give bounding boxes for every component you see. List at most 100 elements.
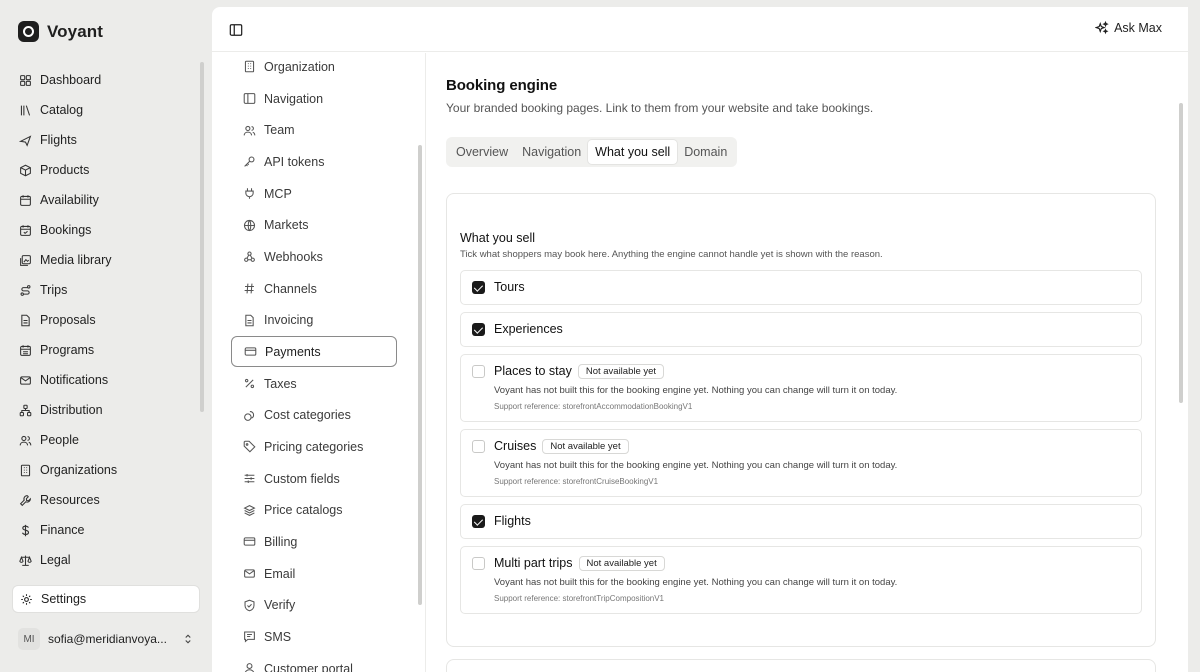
- sidebar-item-label: Settings: [41, 592, 87, 606]
- settings-item-label: Cost categories: [264, 408, 351, 422]
- sidebar-item-label: Proposals: [40, 313, 96, 327]
- tab-domain[interactable]: Domain: [677, 140, 734, 164]
- settings-item-customer-portal[interactable]: Customer portal: [231, 653, 397, 672]
- mail-icon: [20, 375, 31, 385]
- tab-navigation[interactable]: Navigation: [515, 140, 588, 164]
- product-type-header: Places to stay Not available yet: [494, 364, 665, 379]
- settings-item-pricing-categories[interactable]: Pricing categories: [231, 431, 397, 462]
- app-sidebar: Voyant Dashboard Catalog Flights Product…: [0, 0, 212, 672]
- sidebar-icon: [243, 93, 256, 104]
- tours-checkbox[interactable]: [472, 281, 485, 294]
- settings-item-taxes[interactable]: Taxes: [231, 368, 397, 399]
- sidebar-item-settings[interactable]: Settings: [12, 585, 200, 613]
- ask-max-button[interactable]: Ask Max: [1095, 21, 1162, 35]
- content-scrollbar[interactable]: [1179, 103, 1183, 403]
- settings-item-label: MCP: [264, 186, 292, 201]
- sidebar-item-label: People: [40, 433, 79, 447]
- sidebar-item-catalog[interactable]: Catalog: [12, 95, 200, 125]
- product-type-name: Multi part trips: [494, 556, 573, 570]
- product-type-name: Tours: [494, 280, 525, 294]
- sidebar-item-proposals[interactable]: Proposals: [12, 305, 200, 335]
- brand[interactable]: Voyant: [18, 21, 103, 42]
- sidebar-item-programs[interactable]: Programs: [12, 335, 200, 365]
- settings-item-label: Payments: [265, 344, 321, 359]
- tab-what-you-sell[interactable]: What you sell: [588, 140, 678, 164]
- product-type-row-cruises: Cruises Not available yet Voyant has not …: [460, 429, 1142, 497]
- sidebar-scrollbar[interactable]: [200, 62, 204, 412]
- product-type-description: Voyant has not built this for the bookin…: [494, 460, 898, 471]
- product-type-row-experiences[interactable]: Experiences: [460, 312, 1142, 347]
- settings-item-markets[interactable]: Markets: [231, 210, 397, 241]
- sidebar-item-bookings[interactable]: Bookings: [12, 215, 200, 245]
- settings-item-mcp[interactable]: MCP: [231, 178, 397, 209]
- sidebar-item-trips[interactable]: Trips: [12, 275, 200, 305]
- product-type-name: Experiences: [494, 322, 563, 336]
- settings-item-webhooks[interactable]: Webhooks: [231, 241, 397, 272]
- what-you-sell-card: What you sell Tick what shoppers may boo…: [446, 193, 1156, 647]
- route-icon: [20, 284, 31, 296]
- scale-icon: [19, 555, 32, 566]
- sidebar-item-flights[interactable]: Flights: [12, 125, 200, 155]
- settings-item-team[interactable]: Team: [231, 115, 397, 146]
- sidebar-item-dashboard[interactable]: Dashboard: [12, 65, 200, 95]
- status-badge: Not available yet: [578, 556, 665, 571]
- settings-item-price-catalogs[interactable]: Price catalogs: [231, 495, 397, 526]
- sidebar-item-people[interactable]: People: [12, 425, 200, 455]
- sidebar-item-label: Media library: [40, 253, 112, 267]
- settings-item-email[interactable]: Email: [231, 558, 397, 589]
- settings-item-label: Team: [264, 123, 295, 137]
- product-type-row-flights[interactable]: Flights: [460, 504, 1142, 539]
- building-icon: [20, 464, 31, 476]
- sidebar-toggle-icon[interactable]: [229, 23, 243, 37]
- multi-part-trips-checkbox[interactable]: [472, 557, 485, 570]
- settings-item-invoicing[interactable]: Invoicing: [231, 305, 397, 336]
- user-menu[interactable]: MI sofia@meridianvoya...: [18, 626, 194, 652]
- sidebar-item-distribution[interactable]: Distribution: [12, 395, 200, 425]
- settings-item-sms[interactable]: SMS: [231, 621, 397, 652]
- hash-icon: [244, 283, 254, 294]
- settings-item-organization[interactable]: Organization: [231, 51, 397, 82]
- sidebar-item-finance[interactable]: Finance: [12, 515, 200, 545]
- sidebar-item-label: Products: [40, 163, 90, 177]
- cruises-checkbox[interactable]: [472, 440, 485, 453]
- sidebar-item-availability[interactable]: Availability: [12, 185, 200, 215]
- product-type-row-tours[interactable]: Tours: [460, 270, 1142, 305]
- support-reference: Support reference: storefrontTripComposi…: [494, 594, 665, 603]
- sidebar-item-label: Dashboard: [40, 73, 102, 87]
- settings-item-cost-categories[interactable]: Cost categories: [231, 400, 397, 431]
- sidebar-item-media-library[interactable]: Media library: [12, 245, 200, 275]
- sidebar-item-legal[interactable]: Legal: [12, 545, 200, 575]
- sidebar-item-organizations[interactable]: Organizations: [12, 455, 200, 485]
- chevron-up-down-icon: [185, 634, 191, 644]
- places-to-stay-checkbox[interactable]: [472, 365, 485, 378]
- settings-item-api-tokens[interactable]: API tokens: [231, 146, 397, 177]
- calendar-grid-icon: [20, 344, 31, 356]
- sidebar-item-label: Legal: [40, 553, 71, 567]
- settings-item-billing[interactable]: Billing: [231, 526, 397, 557]
- flights-checkbox[interactable]: [472, 515, 485, 528]
- plug-icon: [245, 188, 254, 199]
- settings-item-payments[interactable]: Payments: [231, 336, 397, 367]
- settings-item-channels[interactable]: Channels: [231, 273, 397, 304]
- product-type-row-multi-part-trips: Multi part trips Not available yet Voyant…: [460, 546, 1142, 614]
- sidebar-item-resources[interactable]: Resources: [12, 485, 200, 515]
- message-icon: [244, 631, 255, 643]
- product-type-name: Places to stay: [494, 364, 572, 378]
- experiences-checkbox[interactable]: [472, 323, 485, 336]
- sidebar-item-notifications[interactable]: Notifications: [12, 365, 200, 395]
- settings-item-label: Webhooks: [264, 249, 323, 264]
- user-icon: [244, 663, 255, 672]
- settings-item-navigation[interactable]: Navigation: [231, 83, 397, 114]
- page-title: Booking engine: [446, 77, 558, 94]
- sidebar-item-products[interactable]: Products: [12, 155, 200, 185]
- settings-nav-scrollbar[interactable]: [418, 145, 422, 605]
- sidebar-item-label: Organizations: [40, 463, 118, 477]
- sliders-icon: [244, 474, 255, 483]
- settings-item-label: Taxes: [264, 376, 297, 391]
- tab-overview[interactable]: Overview: [449, 140, 515, 164]
- coins-icon: [244, 410, 255, 421]
- settings-nav: Organization Navigation Team API tokens …: [212, 53, 426, 672]
- settings-item-verify[interactable]: Verify: [231, 590, 397, 621]
- settings-item-custom-fields[interactable]: Custom fields: [231, 463, 397, 494]
- settings-item-label: Price catalogs: [264, 503, 343, 517]
